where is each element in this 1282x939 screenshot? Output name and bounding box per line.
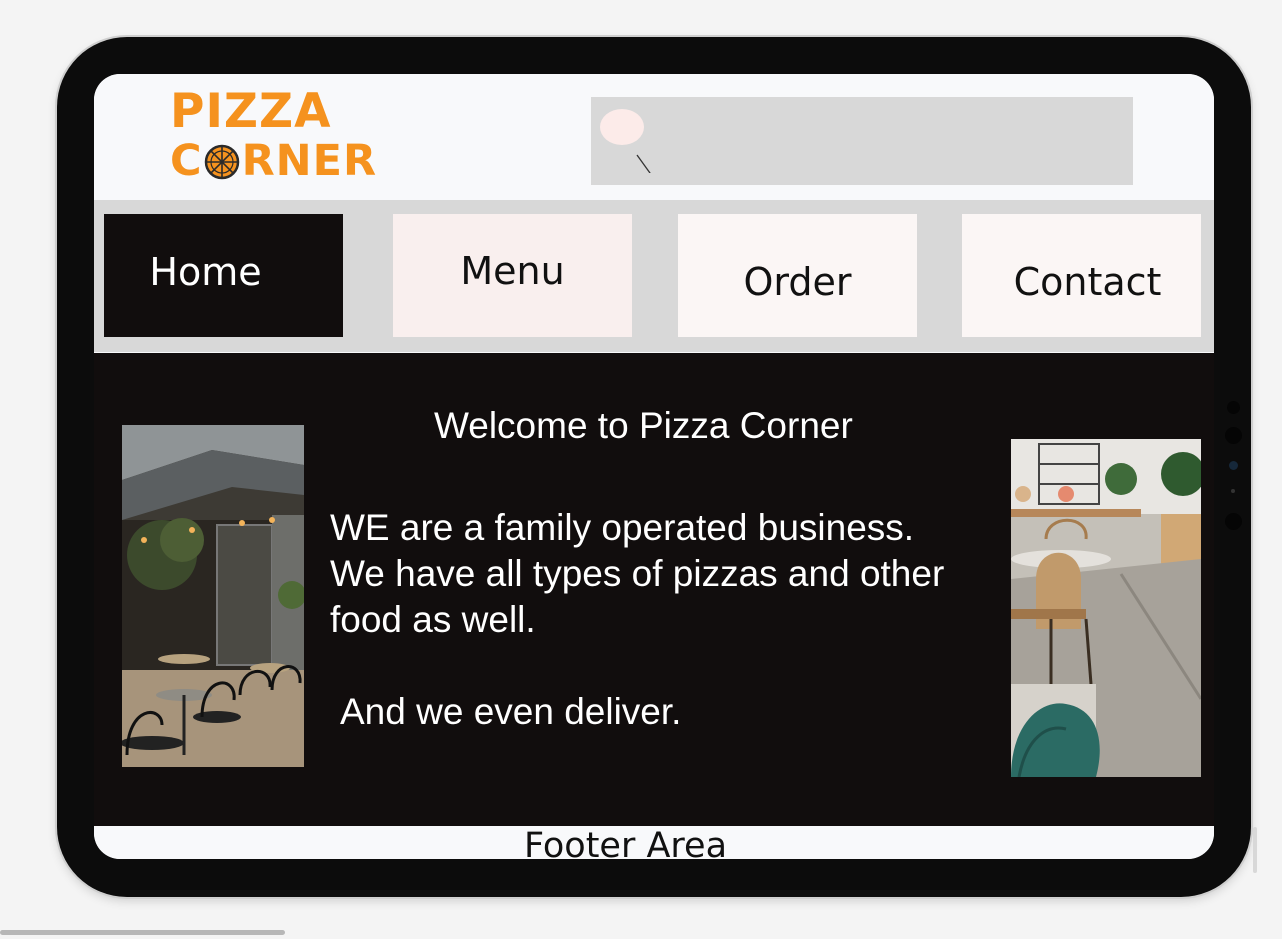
tablet-side-button (1253, 827, 1257, 873)
logo-line-top: PIZZA (170, 84, 332, 139)
hero-title: Welcome to Pizza Corner (434, 405, 853, 446)
nav-home-label: Home (149, 249, 262, 294)
pizza-corner-logo[interactable]: PIZZA C RNER (170, 86, 390, 186)
site-header: PIZZA C RNER (94, 74, 1214, 200)
nav-contact-button[interactable]: Contact (962, 214, 1201, 337)
logo-letters: RNER (241, 136, 378, 186)
camera-icon (1225, 427, 1242, 444)
nav-order-label: Order (743, 259, 852, 304)
sensor-dot (1231, 489, 1235, 493)
search-input[interactable] (591, 97, 1133, 185)
website-screen: PIZZA C RNER Home Menu Order Contact Wel… (94, 74, 1214, 859)
nav-menu-button[interactable]: Menu (393, 214, 632, 337)
restaurant-terrace-photo (122, 425, 304, 767)
horizontal-scrollbar[interactable] (0, 930, 285, 935)
pizza-icon (204, 144, 239, 179)
sensor-dot (1225, 513, 1242, 530)
cafe-interior-photo (1011, 439, 1201, 777)
sensor-dot (1227, 401, 1240, 414)
logo-letter: C (170, 136, 203, 186)
footer-label: Footer Area (524, 826, 728, 859)
nav-menu-label: Menu (460, 248, 565, 293)
nav-home-button[interactable]: Home (104, 214, 343, 337)
search-icon (600, 109, 651, 173)
hero-description: WE are a family operated business. We ha… (330, 507, 945, 640)
hero-tagline: And we even deliver. (340, 691, 682, 732)
sensor-dot (1229, 461, 1238, 470)
hero-section: Welcome to Pizza Corner WE are a family … (94, 353, 1214, 826)
site-footer: Footer Area (94, 826, 1214, 859)
nav-order-button[interactable]: Order (678, 214, 917, 337)
logo-line-bottom: C RNER (170, 140, 377, 183)
main-nav: Home Menu Order Contact (94, 200, 1214, 352)
nav-contact-label: Contact (1013, 259, 1162, 304)
